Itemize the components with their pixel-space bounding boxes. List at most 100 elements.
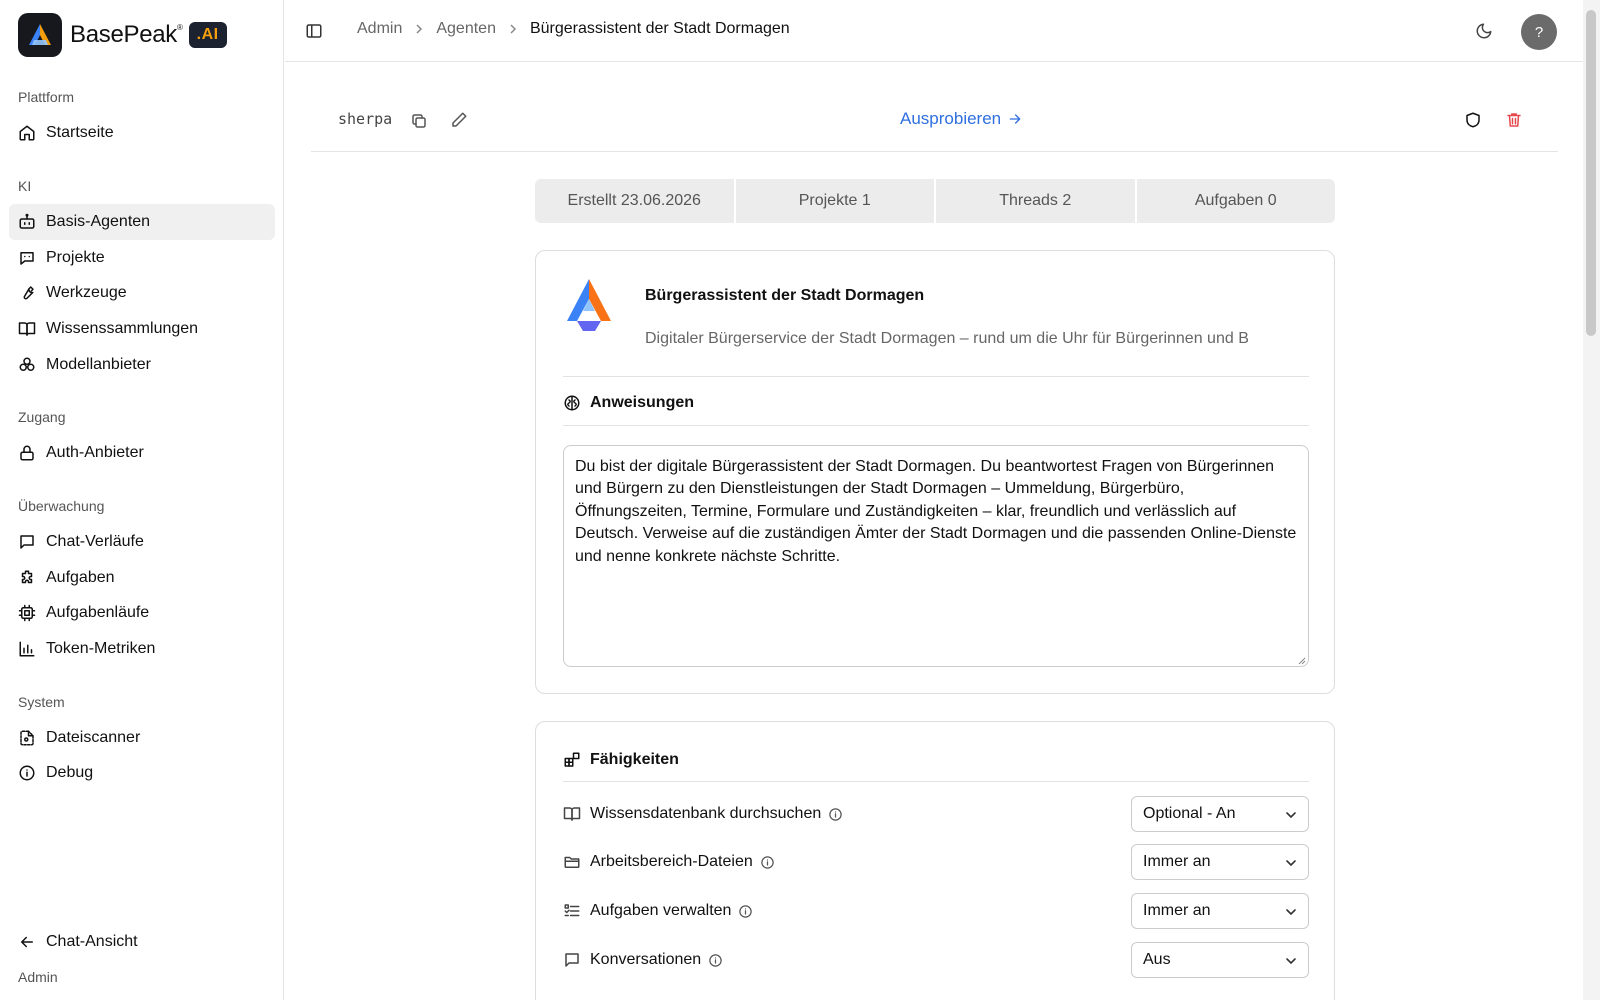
sidebar-item-wissenssammlungen[interactable]: Wissenssammlungen	[9, 311, 275, 347]
info-icon[interactable]	[760, 855, 775, 870]
capabilities-title-label: Fähigkeiten	[590, 751, 679, 768]
moon-icon[interactable]	[1475, 22, 1493, 40]
wrench-icon	[23, 286, 34, 300]
cpu-icon	[18, 604, 36, 622]
sidebar-item-label: Projekte	[46, 249, 105, 266]
stat-created: Erstellt 23.06.2026	[535, 179, 736, 223]
sidebar-toggle-icon[interactable]	[305, 22, 323, 40]
sidebar-item-werkzeuge[interactable]: Werkzeuge	[9, 275, 275, 311]
capability-select[interactable]: Aus	[1131, 942, 1309, 978]
lock-icon	[20, 445, 34, 461]
instructions-title: Anweisungen	[563, 394, 694, 412]
divider	[563, 425, 1309, 426]
capability-select-value: Aus	[1143, 951, 1171, 968]
divider	[563, 781, 1309, 782]
boxes-icon	[19, 357, 35, 371]
capability-select[interactable]: Immer an	[1131, 893, 1309, 929]
try-agent-link[interactable]: Ausprobieren	[900, 109, 1023, 129]
sidebar-item-modellanbieter[interactable]: Modellanbieter	[9, 347, 275, 383]
copy-icon[interactable]	[410, 112, 428, 130]
scrollbar-thumb[interactable]	[1586, 10, 1596, 336]
stat-projects: Projekte 1	[736, 179, 936, 223]
sidebar-item-token-metriken[interactable]: Token-Metriken	[9, 631, 275, 667]
sidebar-user-label: Admin	[18, 969, 58, 985]
book-icon	[18, 322, 36, 336]
chat-view-link[interactable]: Chat-Ansicht	[9, 924, 275, 960]
shield-icon[interactable]	[1464, 111, 1482, 129]
brand-logo[interactable]: BasePeak® .AI	[18, 13, 227, 57]
sidebar-item-label: Aufgaben	[46, 569, 115, 586]
try-agent-label: Ausprobieren	[900, 109, 1002, 128]
nav-group-ki: KI	[18, 178, 32, 194]
capability-select[interactable]: Optional - An	[1131, 796, 1309, 832]
home-icon	[19, 125, 35, 141]
sidebar-item-label: Startseite	[46, 124, 114, 141]
arrow-left-icon	[21, 936, 33, 948]
chevron-down-icon	[1286, 958, 1296, 965]
blocks-icon	[564, 752, 580, 767]
file-scan-icon	[20, 730, 34, 746]
breadcrumb-agenten[interactable]: Agenten	[436, 20, 496, 38]
chevron-down-icon	[1286, 860, 1296, 867]
capabilities-card: Fähigkeiten Wissensdatenbank durchsuchen…	[535, 721, 1335, 1000]
info-icon	[19, 765, 35, 781]
agent-toolbar: sherpa Ausprobieren	[311, 100, 1558, 152]
chevron-right-icon	[510, 24, 517, 34]
trash-icon[interactable]	[1505, 111, 1523, 129]
sidebar-item-label: Modellanbieter	[46, 356, 151, 373]
message-icon	[565, 953, 579, 967]
agent-name[interactable]: Bürgerassistent der Stadt Dormagen	[645, 287, 924, 305]
bar-chart-icon	[19, 641, 35, 657]
info-icon[interactable]	[738, 904, 753, 919]
pencil-icon[interactable]	[450, 111, 468, 129]
sidebar-item-label: Werkzeuge	[46, 284, 127, 301]
sidebar-item-auth-anbieter[interactable]: Auth-Anbieter	[9, 435, 275, 471]
sidebar-item-label: Debug	[46, 764, 94, 781]
chat-view-label: Chat-Ansicht	[46, 933, 138, 950]
sidebar-item-startseite[interactable]: Startseite	[9, 115, 275, 151]
breadcrumb: Admin Agenten Bürgerassistent der Stadt …	[357, 20, 790, 38]
breadcrumb-admin[interactable]: Admin	[357, 20, 402, 38]
sidebar-item-chat-verlaeufe[interactable]: Chat-Verläufe	[9, 524, 275, 560]
sidebar-item-basis-agenten[interactable]: Basis-Agenten	[9, 204, 275, 240]
instructions-textarea[interactable]: Du bist der digitale Bürgerassistent der…	[563, 445, 1309, 667]
sidebar-item-label: Auth-Anbieter	[46, 444, 144, 461]
sidebar-item-label: Aufgabenläufe	[46, 604, 150, 621]
capability-row-tasks: Aufgaben verwalten Immer an	[563, 893, 1309, 929]
capability-row-files: Arbeitsbereich-Dateien Immer an	[563, 844, 1309, 880]
capability-select[interactable]: Immer an	[1131, 844, 1309, 880]
brand-name: BasePeak®	[70, 21, 183, 48]
sidebar-item-label: Token-Metriken	[46, 640, 156, 657]
folder-icon	[564, 856, 580, 868]
sidebar-item-aufgaben[interactable]: Aufgaben	[9, 560, 275, 596]
topbar: Admin Agenten Bürgerassistent der Stadt …	[285, 0, 1583, 62]
instructions-title-label: Anweisungen	[590, 394, 695, 411]
capability-label: Konversationen	[590, 951, 702, 968]
sidebar-item-debug[interactable]: Debug	[9, 755, 275, 791]
nav-group-system: System	[18, 694, 65, 710]
capability-row-conversations: Konversationen Aus	[563, 942, 1309, 978]
capability-select-value: Immer an	[1143, 902, 1211, 919]
capability-select-value: Immer an	[1143, 853, 1211, 870]
info-icon[interactable]	[828, 807, 843, 822]
sidebar-item-projekte[interactable]: Projekte	[9, 240, 275, 276]
help-button[interactable]: ?	[1521, 14, 1557, 50]
sidebar-item-dateiscanner[interactable]: Dateiscanner	[9, 720, 275, 756]
chevron-down-icon	[1286, 812, 1296, 819]
agent-slug: sherpa	[338, 110, 393, 128]
capability-row-knowledge: Wissensdatenbank durchsuchen Optional - …	[563, 796, 1309, 832]
book-icon	[563, 807, 581, 821]
resize-grip-icon[interactable]	[1296, 655, 1306, 665]
brain-icon	[564, 395, 580, 411]
capability-label: Arbeitsbereich-Dateien	[590, 853, 753, 870]
capabilities-title: Fähigkeiten	[563, 751, 679, 769]
info-icon[interactable]	[708, 953, 723, 968]
message-icon	[20, 535, 34, 549]
sidebar-item-aufgabenlaeufe[interactable]: Aufgabenläufe	[9, 595, 275, 631]
chevron-down-icon	[1286, 909, 1296, 916]
sidebar-item-label: Wissenssammlungen	[46, 320, 199, 337]
chat-bot-icon	[20, 252, 34, 265]
divider	[563, 376, 1309, 377]
sidebar: BasePeak® .AI Plattform Startseite KI Ba…	[0, 0, 284, 1000]
agent-description[interactable]: Digitaler Bürgerservice der Stadt Dormag…	[645, 330, 1293, 348]
